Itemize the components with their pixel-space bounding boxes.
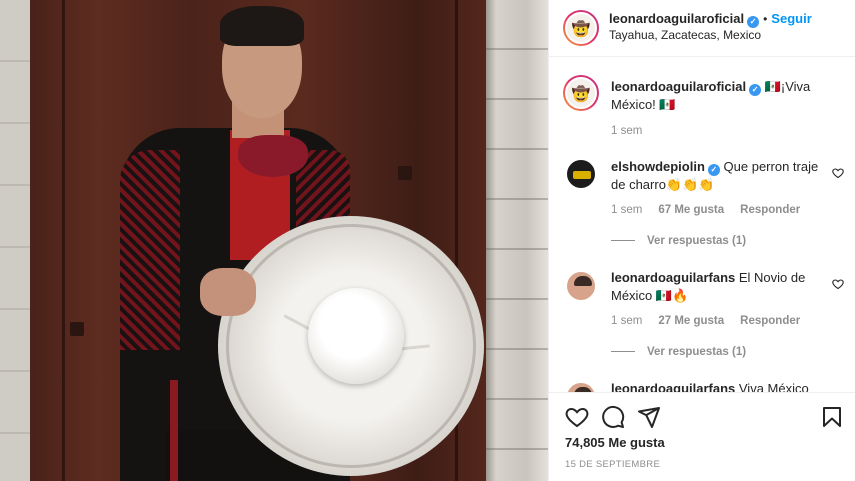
view-replies-label: Ver respuestas (1) (647, 346, 747, 358)
reply-button[interactable]: Responder (740, 204, 800, 216)
comment-text: leonardoaguilarfans Viva México (611, 380, 831, 392)
comment-like-heart-icon[interactable] (832, 278, 844, 290)
moño-tie (238, 135, 308, 177)
comment-text: leonardoaguilarfans El Novio de México 🇲… (611, 269, 831, 305)
sombrero-crown (308, 288, 404, 384)
post-actions: 74,805 Me gusta 15 DE SEPTIEMBRE (549, 392, 855, 481)
view-replies-button[interactable]: Ver respuestas (1) (611, 346, 746, 358)
comments-list[interactable]: 🤠 leonardoaguilaroficial ✓ 🇲🇽¡Viva México… (549, 57, 855, 392)
sombrero-icon: 🤠 (571, 85, 591, 103)
comment-icon[interactable] (601, 405, 625, 429)
hair (220, 6, 304, 46)
view-replies-button[interactable]: Ver respuestas (1) (611, 235, 746, 247)
comment-meta: 1 sem 67 Me gusta Responder (611, 204, 800, 216)
post-location[interactable]: Tayahua, Zacatecas, Mexico (609, 28, 761, 42)
comment-time[interactable]: 1 sem (611, 204, 642, 216)
caption-username[interactable]: leonardoaguilaroficial (611, 79, 746, 94)
post-date[interactable]: 15 DE SEPTIEMBRE (565, 459, 660, 470)
comment-like-heart-icon[interactable] (832, 167, 844, 179)
caption-text: leonardoaguilaroficial ✓ 🇲🇽¡Viva México! … (611, 78, 831, 114)
reply-button[interactable]: Responder (740, 315, 800, 327)
verified-badge-icon: ✓ (707, 164, 720, 176)
verified-badge-icon: ✓ (749, 84, 762, 96)
comment-avatar[interactable] (565, 381, 597, 392)
comment-likes[interactable]: 27 Me gusta (658, 315, 724, 327)
author-avatar[interactable]: 🤠 (563, 10, 599, 46)
comment-username[interactable]: leonardoaguilarfans (611, 381, 735, 392)
replies-line (611, 240, 635, 242)
hand (200, 268, 256, 316)
comment-username[interactable]: leonardoaguilarfans (611, 270, 735, 285)
sombrero-icon: 🤠 (571, 20, 591, 38)
post-details-panel: 🤠 leonardoaguilaroficial ✓ • Seguir Tayahua… (548, 0, 855, 481)
jacket-embroidery-left (120, 150, 180, 350)
separator-dot: • (763, 12, 768, 26)
man-in-charro-suit (0, 0, 548, 481)
comment-avatar[interactable] (565, 270, 597, 302)
verified-badge-icon: ✓ (747, 16, 760, 28)
post-header: 🤠 leonardoaguilaroficial ✓ • Seguir Tayahua… (549, 0, 855, 57)
caption-time[interactable]: 1 sem (611, 125, 642, 137)
trouser-stripe (170, 380, 178, 481)
comment-username[interactable]: elshowdepiolin (611, 159, 705, 174)
comment-meta: 1 sem 27 Me gusta Responder (611, 315, 800, 327)
header-title-row: leonardoaguilaroficial ✓ • Seguir (609, 10, 812, 28)
share-icon[interactable] (637, 405, 661, 429)
comment-avatar[interactable] (565, 158, 597, 190)
comment-body: Viva México (738, 381, 809, 392)
like-count[interactable]: 74,805 Me gusta (565, 435, 665, 450)
view-replies-label: Ver respuestas (1) (647, 235, 747, 247)
bookmark-icon[interactable] (820, 405, 844, 429)
replies-line (611, 351, 635, 353)
comment-time[interactable]: 1 sem (611, 315, 642, 327)
heart-icon[interactable] (565, 405, 589, 429)
caption-avatar[interactable]: 🤠 (563, 75, 599, 111)
comment-text: elshowdepiolin ✓ Que perron traje de char… (611, 158, 831, 194)
author-username[interactable]: leonardoaguilaroficial (609, 11, 744, 26)
follow-button[interactable]: Seguir (771, 11, 811, 26)
comment-likes[interactable]: 67 Me gusta (658, 204, 724, 216)
post-photo[interactable] (0, 0, 548, 481)
